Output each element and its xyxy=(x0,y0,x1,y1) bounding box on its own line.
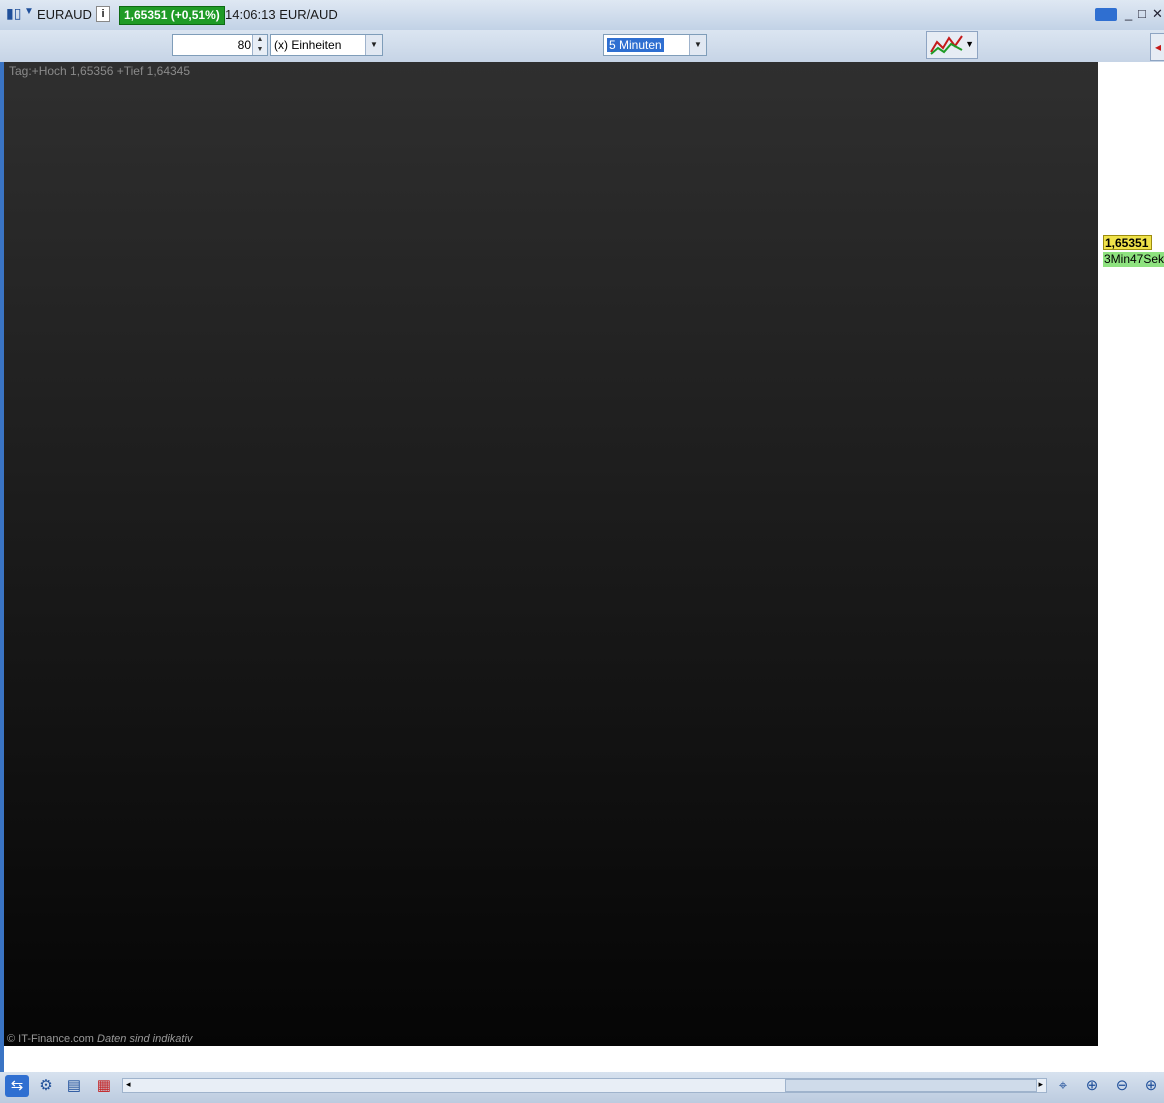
crosshair-icon[interactable]: ⌖ xyxy=(1051,1075,1075,1097)
scroll-left-icon[interactable]: ◂ xyxy=(126,1079,131,1090)
chart-plot-area[interactable] xyxy=(4,62,1098,1046)
chart-type-icon xyxy=(930,35,963,55)
info-icon[interactable]: i xyxy=(96,6,110,22)
time-pair-label: 14:06:13 EUR/AUD xyxy=(225,7,338,22)
keyboard-icon[interactable] xyxy=(1095,8,1117,21)
interval-select-value: 5 Minuten xyxy=(607,38,664,52)
copyright-label: © IT-Finance.com Daten sind indikativ xyxy=(7,1033,192,1045)
spinner-arrows-icon[interactable]: ▲ ▼ xyxy=(252,35,267,55)
settings-icon[interactable]: ⚙ xyxy=(34,1075,58,1097)
interval-select[interactable]: 5 Minuten ▼ xyxy=(603,34,707,56)
maximize-icon[interactable]: □ xyxy=(1138,6,1146,21)
side-tool-icon[interactable]: ◂ xyxy=(1150,33,1164,61)
day-high-low-label: Tag:+Hoch 1,65356 +Tief 1,64345 xyxy=(9,64,191,78)
horizontal-scrollbar[interactable]: ◂ ▸ xyxy=(122,1078,1047,1093)
last-price-marker: 1,65351 xyxy=(1103,235,1152,250)
y-axis xyxy=(1098,62,1164,1046)
units-spinner[interactable]: 80 ▲ ▼ xyxy=(172,34,268,56)
app-icon[interactable]: ▮▯ xyxy=(6,5,21,22)
chart-type-button[interactable]: ▼ xyxy=(926,31,978,59)
chevron-down-icon[interactable]: ▼ xyxy=(365,35,382,55)
symbol-label: EURAUD xyxy=(37,7,92,22)
data-note-text: Daten sind indikativ xyxy=(97,1033,193,1045)
price-change-badge: 1,65351 (+0,51%) xyxy=(119,6,225,25)
units-select-value: (x) Einheiten xyxy=(274,38,342,52)
units-value: 80 xyxy=(237,38,251,52)
units-select[interactable]: (x) Einheiten ▼ xyxy=(270,34,383,56)
x-axis xyxy=(4,1046,1164,1072)
zoom-fit-icon[interactable]: ⊕ xyxy=(1080,1075,1104,1097)
zoom-out-icon[interactable]: ⊖ xyxy=(1110,1075,1134,1097)
minimize-icon[interactable]: _ xyxy=(1125,6,1132,21)
share-icon[interactable]: ⇆ xyxy=(5,1075,29,1097)
zoom-in-icon[interactable]: ⊕ xyxy=(1139,1075,1163,1097)
title-bar: ▮▯ ▼ EURAUD i 1,65351 (+0,51%) 14:06:13 … xyxy=(0,0,1164,31)
bar-countdown-label: 3Min47Sek xyxy=(1103,252,1164,267)
scrollbar-thumb[interactable] xyxy=(785,1079,1037,1092)
chevron-down-icon[interactable]: ▼ xyxy=(24,6,34,17)
scroll-right-icon[interactable]: ▸ xyxy=(1038,1079,1043,1090)
chevron-down-icon[interactable]: ▼ xyxy=(689,35,706,55)
indicator-icon[interactable]: ▤ xyxy=(62,1075,86,1097)
close-icon[interactable]: ✕ xyxy=(1152,6,1163,22)
drawing-icon[interactable]: ▦ xyxy=(92,1075,116,1097)
chevron-down-icon[interactable]: ▼ xyxy=(965,39,974,49)
copyright-text: © IT-Finance.com xyxy=(7,1033,94,1045)
